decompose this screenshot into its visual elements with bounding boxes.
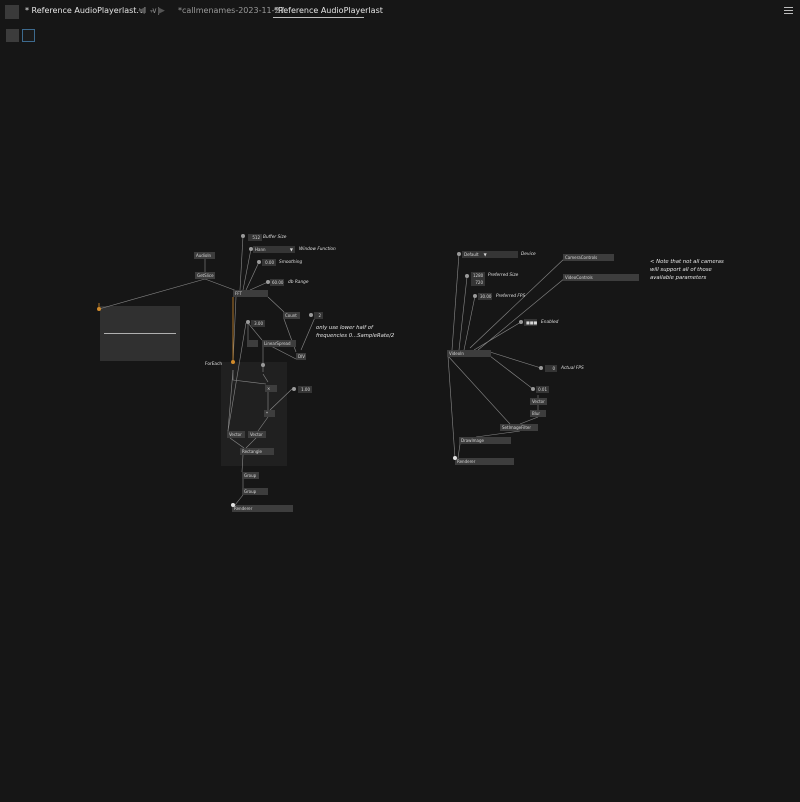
db-range-iobox[interactable]: 60.00 [270, 279, 284, 286]
device-label: Device [521, 252, 536, 257]
pin[interactable] [457, 252, 461, 256]
pin[interactable] [257, 260, 261, 264]
pin[interactable] [539, 366, 543, 370]
count-node[interactable]: Count [283, 312, 300, 319]
linearspread-node[interactable]: LinearSpread [262, 340, 296, 347]
vector-node-b[interactable]: Vector [248, 431, 266, 438]
preferred-size-height-iobox[interactable]: 720 [471, 279, 485, 286]
buffer-size-iobox[interactable]: 512 [248, 234, 262, 241]
db-range-label: db Range [288, 280, 309, 285]
camera-note-line-2: will support all of those [650, 267, 712, 273]
window-function-iobox[interactable]: Hann ▼ [253, 246, 295, 253]
fft-node[interactable]: FFT [233, 290, 268, 297]
actual-fps-iobox: 0 [545, 365, 557, 372]
window-function-label: Window Function [299, 247, 336, 252]
vector-node-video[interactable]: Vector [530, 398, 547, 405]
vector-node-a[interactable]: Vector [227, 431, 245, 438]
preferred-size-label: Preferred Size [488, 273, 519, 278]
multiply-node-b[interactable]: * [264, 410, 275, 417]
dropdown-icon: ▼ [483, 252, 487, 257]
dropdown-icon: ▼ [289, 247, 293, 252]
pin[interactable] [249, 247, 253, 251]
spread-input-node[interactable] [247, 340, 258, 347]
pin[interactable] [292, 387, 296, 391]
foreach-label: ForEach [205, 362, 223, 367]
comment-line-2: frequencies 0...SampleRate/2 [316, 333, 395, 339]
pin[interactable] [309, 313, 313, 317]
rectangle-node[interactable]: Rectangle [240, 448, 274, 455]
blur-node[interactable]: Blur [530, 410, 546, 417]
device-value: Default [464, 252, 479, 257]
count-divisor-iobox[interactable]: 2 [314, 312, 323, 319]
cameracontrols-node[interactable]: CameraControls [563, 254, 614, 261]
pin[interactable] [453, 456, 457, 460]
preferred-size-width-iobox[interactable]: 1280 [471, 272, 485, 279]
pin[interactable] [246, 320, 250, 324]
pin[interactable] [531, 387, 535, 391]
camera-note-line-3: available parameters [650, 275, 707, 281]
setimagefilter-node[interactable]: SetImageFilter [500, 424, 538, 431]
renderer-node-video[interactable]: Renderer [455, 458, 514, 465]
comment-line-1: only use lower half of [316, 325, 373, 331]
preferred-fps-label: Preferred FPS [496, 294, 526, 299]
div-node[interactable]: DIV [296, 353, 306, 360]
blur-amount-iobox[interactable]: 0.01 [536, 386, 549, 393]
renderer-node-audio[interactable]: Renderer [232, 505, 293, 512]
pin[interactable] [473, 294, 477, 298]
pin[interactable] [231, 360, 235, 364]
height-iobox[interactable]: 1.00 [298, 386, 312, 393]
patch-links [98, 235, 566, 506]
width-iobox[interactable]: 3.00 [251, 320, 265, 327]
group-node-b[interactable]: Group [242, 488, 268, 495]
enabled-toggle[interactable]: ■■■ [524, 319, 537, 326]
audioin-node[interactable]: AudioIn [194, 252, 215, 259]
drawimage-node[interactable]: DrawImage [459, 437, 511, 444]
getslice-node[interactable]: GetSlice [195, 272, 215, 279]
preferred-fps-iobox[interactable]: 30.00 [478, 293, 492, 300]
pin[interactable] [241, 234, 245, 238]
pin[interactable] [465, 274, 469, 278]
pin[interactable] [266, 280, 270, 284]
pin[interactable] [261, 363, 265, 367]
smoothing-iobox[interactable]: 0.00 [262, 259, 276, 266]
camera-note-line-1: < Note that not all cameras [650, 259, 724, 265]
smoothing-label: Smoothing [279, 260, 303, 265]
multiply-node-a[interactable]: × [265, 385, 277, 392]
videocontrols-node[interactable]: VideoControls [563, 274, 639, 281]
pin[interactable] [97, 307, 101, 311]
videoin-node[interactable]: VideoIn [447, 350, 491, 357]
actual-fps-label: Actual FPS [561, 366, 584, 371]
pin[interactable] [519, 320, 523, 324]
pin[interactable] [231, 503, 235, 507]
device-iobox[interactable]: Default ▼ [462, 251, 518, 258]
buffer-size-label: Buffer Size [263, 235, 287, 240]
window-function-value: Hann [255, 247, 266, 252]
enabled-label: Enabled [541, 320, 559, 325]
group-node-a[interactable]: Group [242, 472, 259, 479]
